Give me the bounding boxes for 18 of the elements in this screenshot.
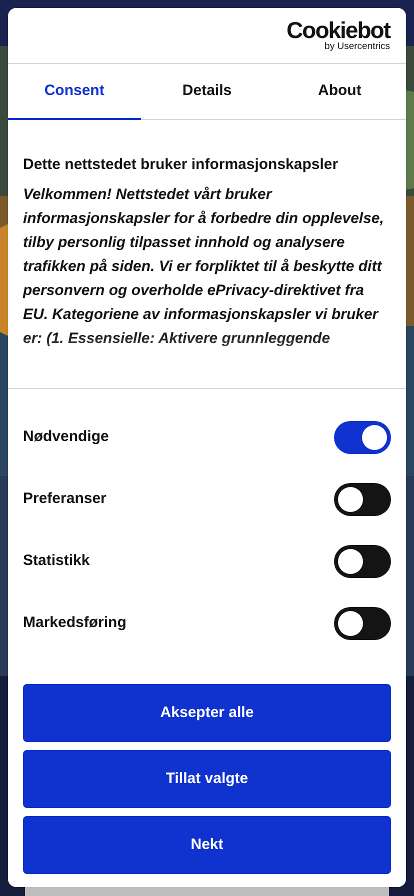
action-button[interactable]: Aksepter alle bbox=[23, 684, 391, 742]
toggle-switch[interactable] bbox=[334, 482, 391, 516]
category-label: Markedsføring bbox=[23, 612, 126, 633]
action-button[interactable]: Nekt bbox=[23, 816, 391, 874]
toggle-switch[interactable] bbox=[334, 606, 391, 640]
toggle-switch[interactable] bbox=[334, 420, 391, 454]
tab[interactable]: Details bbox=[140, 64, 274, 120]
category-label: Nødvendige bbox=[23, 426, 109, 447]
logo-wordmark: Cookiebot bbox=[286, 19, 390, 42]
toggle-switch[interactable] bbox=[334, 544, 391, 578]
tab[interactable]: About bbox=[273, 64, 406, 120]
action-button[interactable]: Tillat valgte bbox=[23, 750, 391, 808]
tab[interactable]: Consent bbox=[8, 64, 141, 120]
category-label: Statistikk bbox=[23, 550, 90, 571]
category-label: Preferanser bbox=[23, 488, 106, 509]
intro-title: Dette nettstedet bruker informasjonskapsler bbox=[23, 155, 340, 175]
intro-text: Velkommen! Nettstedet vårt bruker informasjonskapsler for å forbedre din opplevelse, tilby personlig tilpasset innhold og analysere trafikken på siden. Vi er forpliktet til å beskytte ditt personvern og overholde ePrivacy-direktivet fra EU. Kategoriene av informasjonskapsler vi bruker er: (1. Essensielle: Aktivere grunnleggende bbox=[23, 184, 385, 348]
logo-byline: by Usercentrics bbox=[324, 42, 390, 52]
